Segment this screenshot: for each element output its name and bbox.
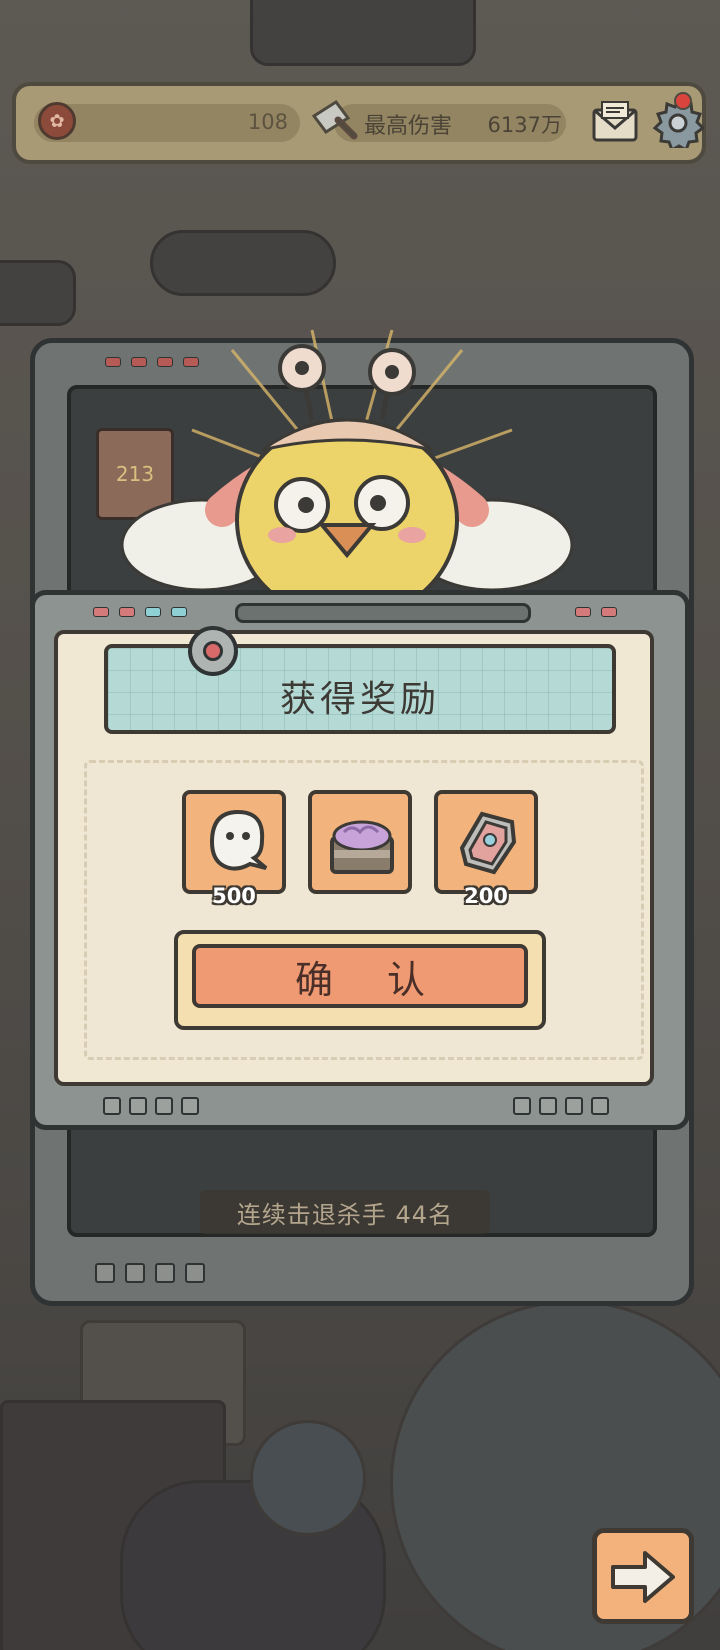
- coin-value: 108: [247, 110, 288, 134]
- max-damage-label: 最高伤害: [364, 114, 453, 139]
- kill-streak-text: 连续击退杀手 44名: [200, 1190, 490, 1234]
- ghost-icon: [209, 809, 268, 871]
- treasure-chest-icon: [330, 820, 394, 874]
- reward-item-chest[interactable]: [308, 790, 412, 894]
- knob-icon: [188, 626, 238, 676]
- arrow-right-icon: [611, 1551, 675, 1603]
- confirm-button[interactable]: 确认: [174, 930, 546, 1030]
- coffin-icon: [459, 811, 517, 875]
- max-damage-value: 6137万: [487, 113, 562, 137]
- notification-dot: [674, 92, 692, 110]
- cleaver-icon: [311, 99, 358, 140]
- dialog-title: 获得奖励: [279, 679, 440, 720]
- reward-count: 500: [212, 884, 256, 908]
- top-status-bar: ✿ 108 最高伤害 6137万: [12, 82, 706, 164]
- coin-icon: ✿: [38, 102, 76, 140]
- dialog-title-plate: 获得奖励: [104, 644, 616, 734]
- reward-count: 200: [464, 884, 508, 908]
- chick-character: [120, 329, 574, 610]
- confirm-label: 确认: [192, 944, 528, 1008]
- reward-item-coffin[interactable]: 200: [434, 790, 538, 908]
- mail-icon[interactable]: [590, 98, 640, 146]
- reward-item-ghost[interactable]: 500: [182, 790, 286, 908]
- next-button[interactable]: [592, 1528, 694, 1624]
